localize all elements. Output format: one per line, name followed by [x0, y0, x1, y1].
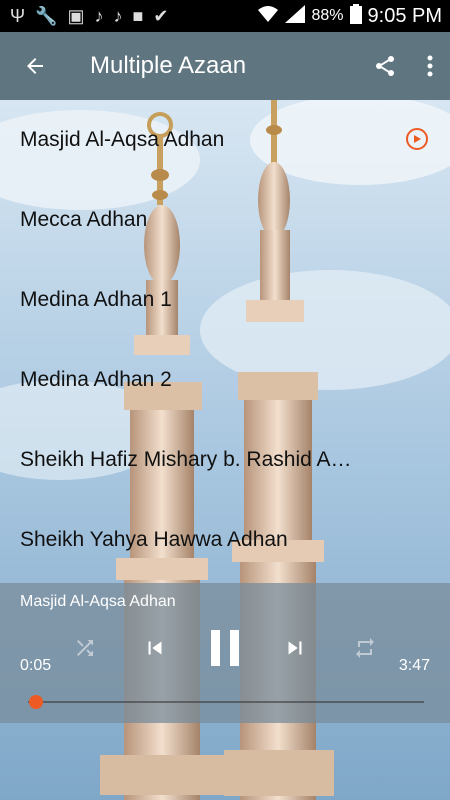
- image-icon: ▣: [67, 5, 85, 26]
- list-item[interactable]: Mecca Adhan: [0, 180, 450, 260]
- list-item[interactable]: Sheikh Yahya Hawwa Adhan: [0, 500, 450, 580]
- back-button[interactable]: [0, 32, 70, 100]
- list-item[interactable]: Sheikh Hafiz Mishary b. Rashid A…: [0, 420, 450, 500]
- wifi-icon: [257, 5, 279, 28]
- repeat-icon: [356, 638, 374, 658]
- notification-icons: Ψ 🔧 ▣ ♪ ♪ ■ ✔: [0, 6, 168, 27]
- next-button[interactable]: [278, 623, 312, 673]
- total-duration: 3:47: [398, 657, 430, 674]
- signal-icon: [285, 4, 306, 28]
- player-panel: Masjid Al-Aqsa Adhan 0:05 3:47: [0, 583, 450, 723]
- check-icon: ✔: [153, 5, 169, 26]
- now-playing-title: Masjid Al-Aqsa Adhan: [20, 593, 176, 610]
- track-title: Medina Adhan 2: [20, 368, 172, 391]
- skip-next-icon: [288, 641, 302, 655]
- elapsed-time: 0:05: [20, 657, 52, 674]
- track-title: Mecca Adhan: [20, 208, 148, 231]
- status-bar: Ψ 🔧 ▣ ♪ ♪ ■ ✔ 88% 9:05 PM: [0, 0, 450, 32]
- shuffle-button[interactable]: [70, 623, 100, 673]
- track-title: Sheikh Yahya Hawwa Adhan: [20, 528, 288, 551]
- clock: 9:05 PM: [367, 4, 442, 27]
- share-icon: [376, 56, 394, 76]
- page-title: Multiple Azaan: [90, 52, 247, 79]
- music-note-icon: ♪: [94, 5, 104, 26]
- previous-button[interactable]: [138, 623, 172, 673]
- list-item[interactable]: Medina Adhan 1: [0, 260, 450, 340]
- share-button[interactable]: [360, 32, 410, 100]
- battery-percent: 88%: [311, 7, 344, 24]
- shuffle-icon: [77, 640, 93, 656]
- battery-icon: [349, 3, 362, 29]
- player-controls: [0, 623, 450, 673]
- pause-icon: [211, 630, 239, 666]
- usb-icon: Ψ: [10, 5, 26, 26]
- wrench-icon: 🔧: [35, 5, 58, 26]
- music-note-icon: ♪: [113, 5, 123, 26]
- track-title: Masjid Al-Aqsa Adhan: [20, 128, 225, 151]
- track-title: Sheikh Hafiz Mishary b. Rashid A…: [20, 448, 352, 471]
- app-bar: Multiple Azaan: [0, 32, 450, 100]
- seek-bar[interactable]: [28, 701, 424, 703]
- play-indicator-icon: [406, 128, 428, 150]
- track-list: Masjid Al-Aqsa Adhan Mecca Adhan Medina …: [0, 100, 450, 580]
- more-vert-icon: [427, 55, 433, 77]
- seek-thumb[interactable]: [28, 695, 43, 709]
- track-title: Medina Adhan 1: [20, 288, 172, 311]
- list-item[interactable]: Masjid Al-Aqsa Adhan: [0, 100, 450, 180]
- repeat-button[interactable]: [350, 623, 380, 673]
- pause-button[interactable]: [205, 623, 245, 673]
- arrow-left-icon: [27, 58, 43, 74]
- more-options-button[interactable]: [410, 32, 450, 100]
- skip-previous-icon: [148, 641, 162, 655]
- list-item[interactable]: Medina Adhan 2: [0, 340, 450, 420]
- app-notification-icon: ■: [132, 5, 144, 26]
